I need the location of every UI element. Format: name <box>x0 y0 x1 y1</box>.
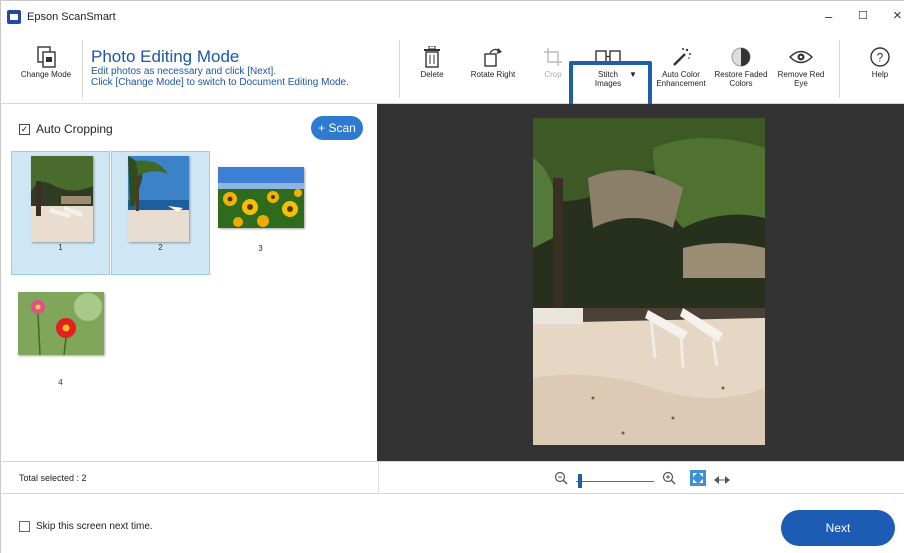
trash-icon <box>423 44 441 70</box>
zoom-slider-track <box>576 480 654 482</box>
skip-screen-label: Skip this screen next time. <box>36 521 153 532</box>
help-button[interactable]: ? Help <box>859 32 901 104</box>
thumbnail-image <box>31 156 93 242</box>
minimize-button[interactable]: – <box>825 9 832 24</box>
restore-faded-colors-button[interactable]: Restore Faded Colors <box>711 32 771 104</box>
delete-button[interactable]: Delete <box>409 32 455 104</box>
auto-color-label: Auto Color Enhancement <box>656 70 706 88</box>
auto-color-enhancement-button[interactable]: Auto Color Enhancement <box>653 32 709 104</box>
mode-description: Photo Editing Mode Edit photos as necess… <box>91 47 349 89</box>
zoom-slider-handle[interactable] <box>578 473 582 488</box>
change-mode-icon <box>35 44 57 70</box>
rotate-right-icon <box>482 44 504 70</box>
crop-button[interactable]: Crop <box>533 32 573 104</box>
thumbnail-number: 1 <box>58 243 63 252</box>
thumbnail-item[interactable]: 4 <box>11 285 110 409</box>
thumbnail-image <box>128 156 189 242</box>
help-label: Help <box>871 70 889 79</box>
toolbar-divider <box>82 40 83 98</box>
zoom-in-icon[interactable] <box>662 471 676 490</box>
toolbar-divider <box>399 40 400 98</box>
thumbnail-image <box>18 292 104 355</box>
help-icon: ? <box>869 44 891 70</box>
thumbnail-item[interactable]: 3 <box>211 151 310 275</box>
mode-instruction-1: Edit photos as necessary and click [Next… <box>91 66 277 77</box>
status-divider <box>378 462 379 494</box>
fit-to-window-icon[interactable] <box>690 470 706 491</box>
auto-cropping-checkbox[interactable]: ✓ <box>19 123 30 135</box>
mode-instruction-2: Click [Change Mode] to switch to Documen… <box>91 77 349 88</box>
title-bar: Epson ScanSmart – ☐ × <box>0 0 904 32</box>
thumbnail-item[interactable]: 2 <box>111 151 210 275</box>
zoom-slider[interactable] <box>576 473 654 489</box>
app-icon <box>7 9 21 24</box>
auto-cropping-label: Auto Cropping <box>36 122 113 136</box>
thumbnail-panel: ✓ Auto Cropping + Scan 1 2 3 4 <box>0 104 377 461</box>
rotate-right-label: Rotate Right <box>470 70 516 79</box>
delete-label: Delete <box>420 70 444 79</box>
status-bar: Total selected : 2 <box>0 461 904 494</box>
remove-red-eye-label: Remove Red Eye <box>777 70 825 88</box>
restore-colors-icon <box>730 44 752 70</box>
footer: Skip this screen next time. Next <box>0 493 904 553</box>
skip-screen-checkbox[interactable] <box>19 521 30 532</box>
zoom-out-icon[interactable] <box>554 471 568 490</box>
change-mode-button[interactable]: Change Mode <box>15 32 77 104</box>
rotate-right-button[interactable]: Rotate Right <box>463 32 523 104</box>
toolbar: Change Mode Photo Editing Mode Edit phot… <box>0 32 904 136</box>
thumbnail-number: 3 <box>258 244 263 253</box>
maximize-button[interactable]: ☐ <box>858 9 868 22</box>
preview-image <box>533 118 765 445</box>
magic-wand-icon <box>670 44 692 70</box>
thumbnail-number: 4 <box>58 378 63 387</box>
next-button[interactable]: Next <box>781 510 895 546</box>
crop-icon <box>543 44 563 70</box>
zoom-controls <box>554 470 730 491</box>
scan-button[interactable]: + Scan <box>311 116 363 140</box>
preview-panel <box>377 104 904 461</box>
thumbnail-image <box>218 167 304 228</box>
total-selected-text: Total selected : 2 <box>19 473 87 483</box>
skip-screen-option[interactable]: Skip this screen next time. <box>19 521 153 532</box>
actual-size-icon[interactable] <box>714 472 730 490</box>
window-title: Epson ScanSmart <box>27 10 116 23</box>
thumbnail-item[interactable]: 1 <box>11 151 110 275</box>
eye-icon <box>789 44 813 70</box>
mode-title: Photo Editing Mode <box>91 47 240 66</box>
toolbar-divider <box>839 40 840 98</box>
thumbnail-number: 2 <box>158 243 163 252</box>
auto-cropping-option[interactable]: ✓ Auto Cropping <box>19 122 113 136</box>
close-button[interactable]: × <box>893 7 902 24</box>
change-mode-label: Change Mode <box>20 70 72 79</box>
svg-text:?: ? <box>877 51 884 65</box>
crop-label: Crop <box>544 70 562 79</box>
remove-red-eye-button[interactable]: Remove Red Eye <box>773 32 829 104</box>
restore-faded-label: Restore Faded Colors <box>714 70 768 88</box>
